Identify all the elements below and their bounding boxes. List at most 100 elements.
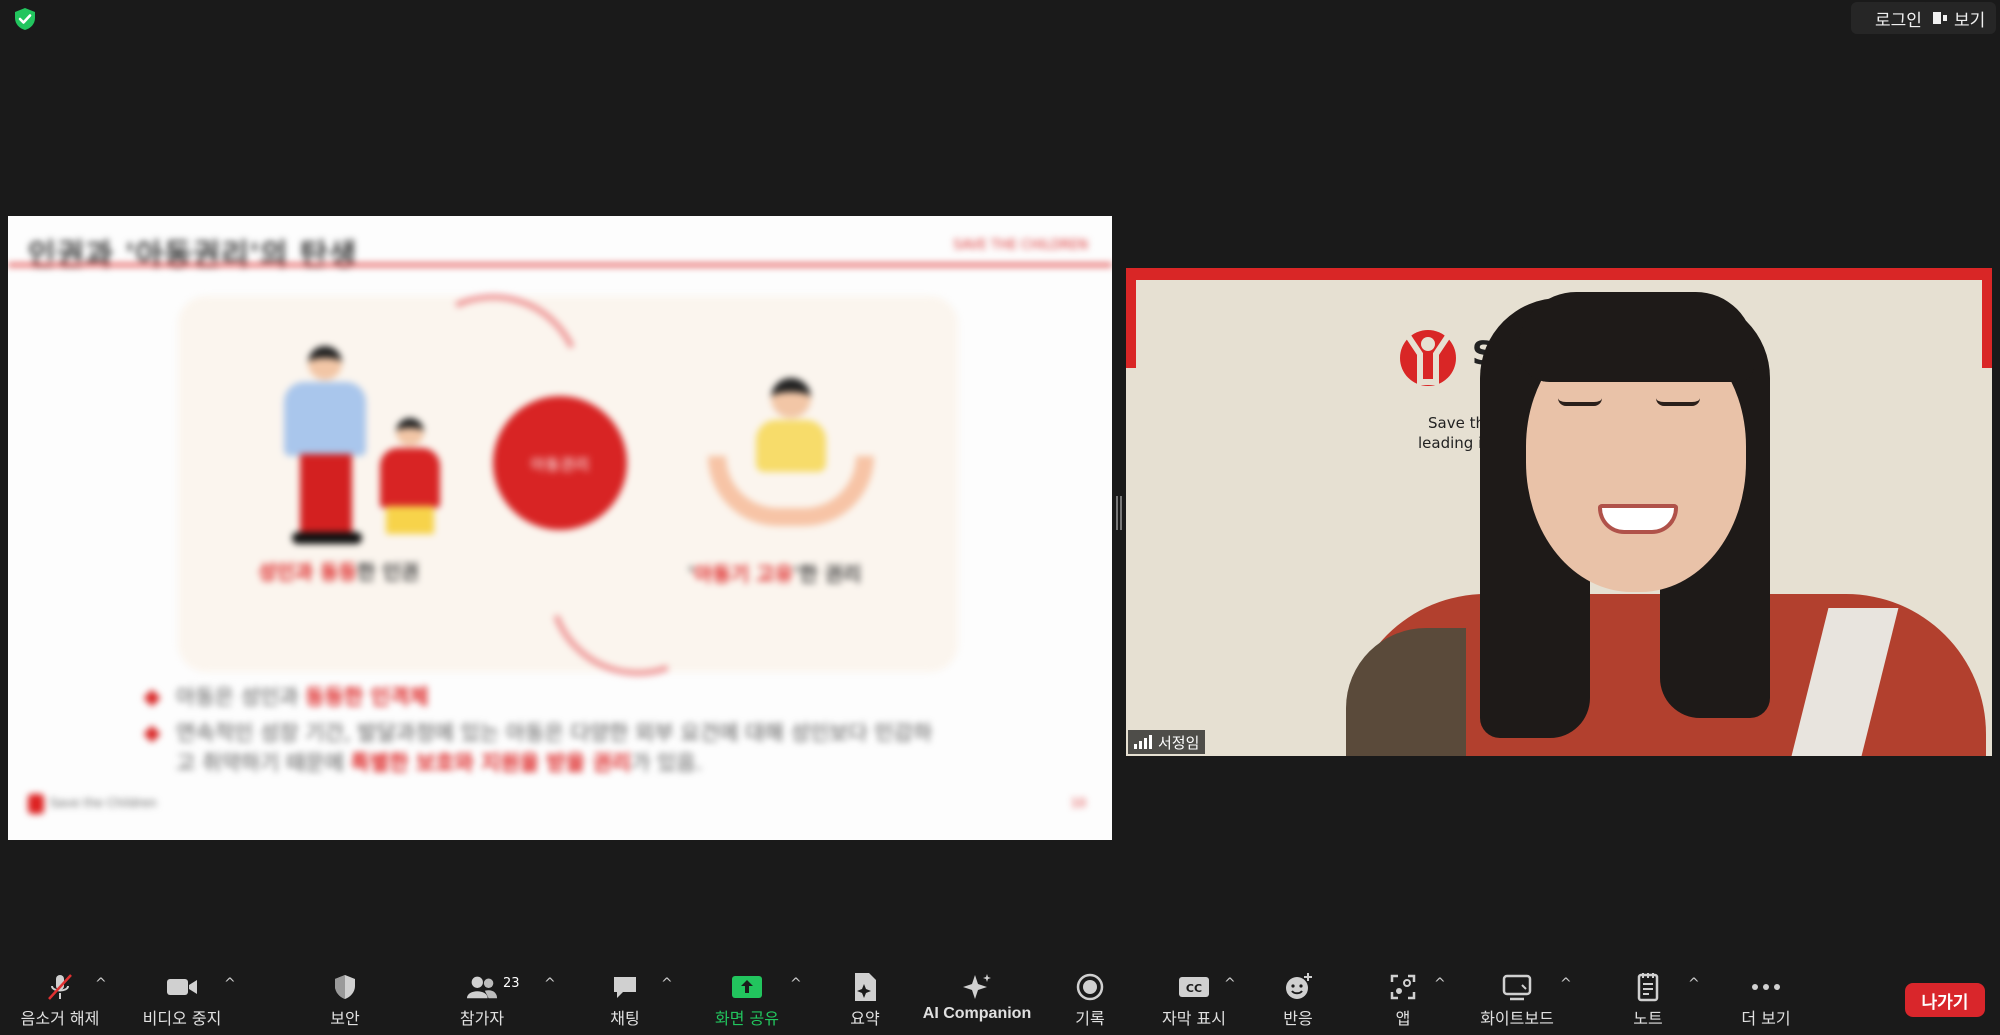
view-button[interactable]: 보기	[1922, 2, 1996, 34]
emoji-icon	[1282, 972, 1314, 1002]
save-the-children-logo-icon	[28, 794, 44, 814]
caption-left: 성인과 동등한 인권	[258, 556, 419, 585]
video-camera-icon	[166, 972, 198, 1002]
apps-label: 앱	[1395, 1009, 1411, 1028]
captions-options-caret[interactable]: ^	[1224, 976, 1236, 992]
leave-button[interactable]: 나가기	[1905, 983, 1985, 1017]
person-bangs	[1518, 292, 1754, 382]
participants-options-caret[interactable]: ^	[544, 976, 556, 992]
summary-doc-icon	[849, 972, 881, 1002]
share-screen-button[interactable]: 화면 공유	[707, 972, 787, 1029]
summary-label: 요약	[850, 1009, 880, 1028]
security-label: 보안	[330, 1009, 360, 1028]
slide-title-rule	[8, 263, 1112, 267]
whiteboard-options-caret[interactable]: ^	[1560, 976, 1572, 992]
view-splitter-handle[interactable]	[1116, 496, 1122, 530]
slide-header-brand: SAVE THE CHILDREN	[953, 238, 1088, 253]
person-eye-left	[1558, 398, 1602, 406]
slide-title: 인권과 '아동권리'의 탄생	[28, 238, 358, 273]
audio-options-caret[interactable]: ^	[95, 976, 107, 992]
bullet1-highlight: 동등한 인격체	[305, 685, 429, 709]
shield-check-icon[interactable]	[12, 6, 38, 32]
share-options-caret[interactable]: ^	[790, 976, 802, 992]
ai-companion-button[interactable]: AI Companion	[922, 972, 1032, 1023]
microphone-muted-icon	[44, 972, 76, 1002]
adult-figure-feet	[292, 532, 362, 544]
captions-button[interactable]: CC 자막 표시	[1154, 972, 1234, 1029]
reactions-button[interactable]: 반응	[1268, 972, 1328, 1029]
slide-footer-brand: Save the Children	[50, 796, 157, 810]
chat-label: 채팅	[610, 1009, 640, 1028]
adult-figure-legs	[300, 454, 352, 534]
more-dots-icon	[1750, 972, 1782, 1002]
backdrop-red-left	[1126, 268, 1136, 368]
sparkle-icon	[961, 972, 993, 1002]
share-screen-icon	[731, 972, 763, 1002]
protected-child-icon	[771, 378, 811, 418]
more-label: 더 보기	[1741, 1009, 1791, 1028]
bullet-item: 아동은 성인과 동등한 인격체	[176, 682, 429, 712]
record-icon	[1074, 972, 1106, 1002]
bullet2-highlight: 특별한 보호와 지원을 받을 권리	[350, 751, 631, 775]
bullet-item: 연속적인 성장 기간, 발달과정에 있는 아동은 다양한 외부 요건에 대해 성…	[176, 718, 936, 778]
center-circle: 아동권리	[493, 396, 627, 530]
chat-button[interactable]: 채팅	[595, 972, 655, 1029]
share-screen-label: 화면 공유	[715, 1009, 779, 1028]
caption-right: '아동기 고유'한 권리	[688, 562, 862, 586]
whiteboard-label: 화이트보드	[1480, 1009, 1554, 1028]
stop-video-button[interactable]: 비디오 중지	[132, 972, 232, 1029]
adult-figure-icon	[308, 346, 342, 380]
cc-icon: CC	[1178, 972, 1210, 1002]
adult-figure-body	[284, 382, 366, 456]
notes-options-caret[interactable]: ^	[1688, 976, 1700, 992]
login-label: 로그인	[1875, 10, 1922, 31]
child-figure-legs	[386, 506, 434, 534]
backdrop-red-bar	[1126, 268, 1992, 280]
whiteboard-icon	[1501, 972, 1533, 1002]
participant-name-tag: 서정임	[1128, 730, 1206, 754]
participant-count-badge: 23	[503, 976, 520, 991]
caption-left-rest: 한 인권	[356, 560, 420, 584]
child-figure-body	[380, 448, 440, 508]
caption-right-rest: 한 권리	[799, 562, 862, 586]
participants-icon	[466, 972, 498, 1002]
person-coat	[1346, 628, 1466, 756]
video-options-caret[interactable]: ^	[224, 976, 236, 992]
person-smile	[1598, 504, 1678, 534]
more-button[interactable]: 더 보기	[1726, 972, 1806, 1029]
participant-video[interactable]: Sa Save the C leading inde 서정임	[1126, 268, 1992, 756]
chat-bubble-icon	[609, 972, 641, 1002]
apps-options-caret[interactable]: ^	[1434, 976, 1446, 992]
svg-text:CC: CC	[1186, 982, 1202, 995]
participant-name: 서정임	[1158, 733, 1200, 752]
shield-icon	[329, 972, 361, 1002]
bullet2-tail: 가 있음.	[631, 751, 703, 775]
unmute-label: 음소거 해제	[20, 1009, 100, 1028]
record-label: 기록	[1075, 1009, 1105, 1028]
whiteboard-button[interactable]: 화이트보드	[1472, 972, 1562, 1029]
view-layout-icon	[1933, 12, 1947, 24]
chat-options-caret[interactable]: ^	[661, 976, 673, 992]
record-button[interactable]: 기록	[1060, 972, 1120, 1029]
apps-icon	[1387, 972, 1419, 1002]
meeting-toolbar: 음소거 해제 ^ 비디오 중지 ^ 보안 참가자 23 ^ 채팅 ^ 화면 공유…	[0, 962, 2000, 1035]
summary-button[interactable]: 요약	[835, 972, 895, 1029]
leave-label: 나가기	[1921, 992, 1969, 1013]
notes-button[interactable]: 노트	[1618, 972, 1678, 1029]
reactions-label: 반응	[1283, 1009, 1313, 1028]
shared-screen: 인권과 '아동권리'의 탄생 SAVE THE CHILDREN 아동권리 성인…	[8, 216, 1112, 840]
stop-video-label: 비디오 중지	[142, 1009, 222, 1028]
backdrop-red-right	[1982, 268, 1992, 368]
caption-left-highlight: 성인과 동등	[258, 560, 357, 584]
slide-page-number: 10	[1070, 796, 1086, 810]
child-figure-icon	[396, 418, 424, 446]
security-button[interactable]: 보안	[315, 972, 375, 1029]
apps-button[interactable]: 앱	[1373, 972, 1433, 1029]
notes-label: 노트	[1633, 1009, 1663, 1028]
view-label: 보기	[1954, 10, 1986, 31]
caption-right-highlight: 아동기 고유	[694, 562, 794, 586]
ai-companion-label: AI Companion	[922, 1005, 1032, 1022]
captions-label: 자막 표시	[1162, 1009, 1226, 1028]
save-the-children-logo-icon	[1400, 330, 1456, 386]
bullet1-text: 아동은 성인과	[176, 685, 306, 709]
